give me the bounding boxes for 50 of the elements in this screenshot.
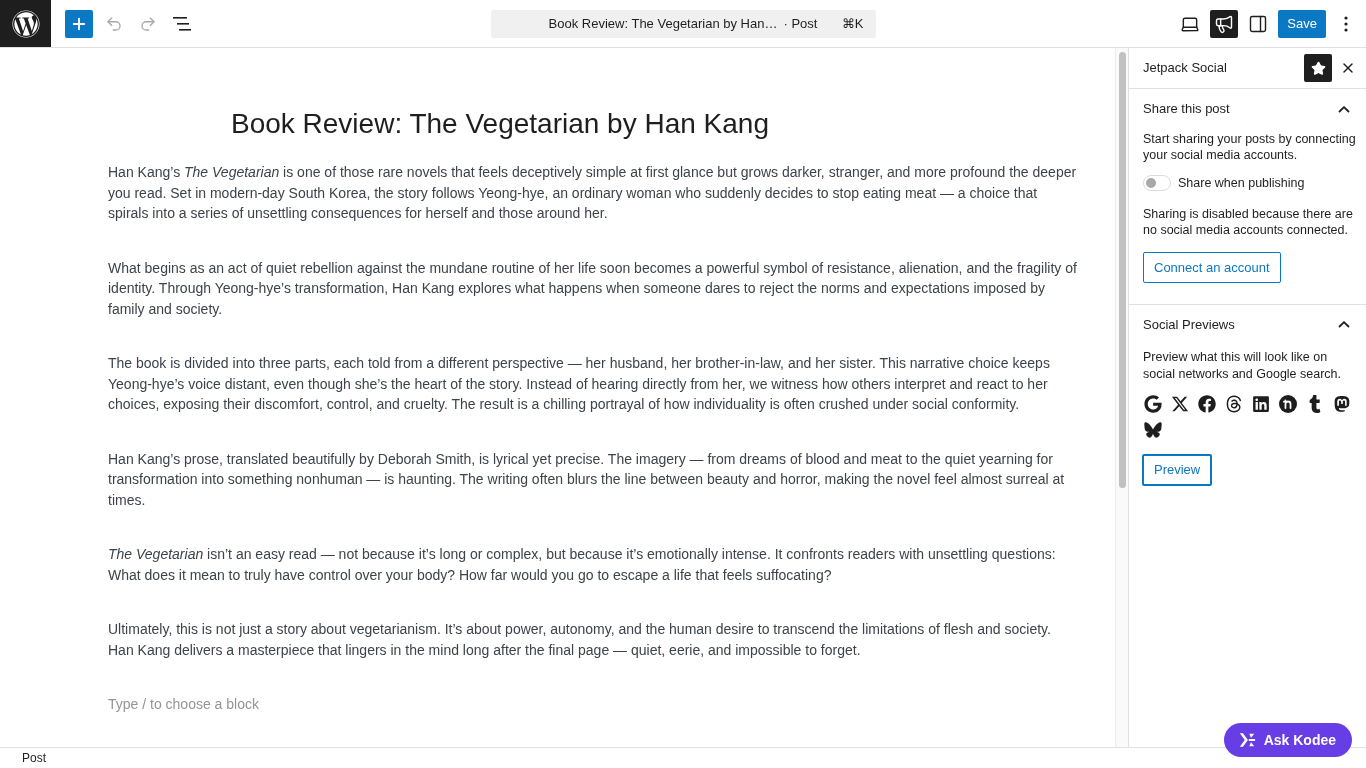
- intro-text: Start sharing your posts by connecting your social media accounts.: [1143, 131, 1356, 163]
- threads-icon: [1225, 394, 1243, 413]
- paragraph: The Vegetarian isn’t an easy read — not because it’s long or complex, but because it’s emotionally intense. It confronts readers with unsettling questions: What does it mean to truly have control over your body? How far would you go to escape a life that feels suffocating?: [108, 545, 1057, 585]
- mastodon-icon: [1333, 394, 1351, 413]
- chevron-up-icon: [1338, 321, 1350, 329]
- sidebar-panel-icon: [1248, 13, 1269, 34]
- list-view-icon: [173, 16, 191, 31]
- x-icon: [1171, 394, 1189, 413]
- n-circle-icon: [1279, 394, 1297, 413]
- add-block-button[interactable]: [65, 9, 93, 38]
- preview-button[interactable]: Preview: [1142, 453, 1213, 486]
- megaphone-button[interactable]: [1210, 9, 1239, 38]
- wordpress-logo-icon: [11, 9, 40, 38]
- paragraph: Ultimately, this is not just a story about vegetarianism. It’s about power, autonomy, and the human desire to transcend the limitations of flesh and society. Han Kang delivers a masterpiece that lingers in the mind long after the final page — quiet, eerie, and impossible to forget.: [108, 620, 1052, 660]
- redo-icon: [139, 14, 157, 33]
- notice-text: Sharing is disabled because there are no social media accounts connected.: [1143, 205, 1354, 238]
- star-icon: [1310, 60, 1326, 76]
- megaphone-icon: [1214, 13, 1235, 34]
- close-icon: [1340, 60, 1356, 76]
- more-options-icon: [1344, 15, 1348, 32]
- panel-header-button[interactable]: Share this post: [1129, 89, 1366, 129]
- paragraph: The book is divided into three parts, each told from a different perspective — her husband, her brother-in-law, and her sister. This narrative choice keeps Yeong-hye’s voice distant, even though she’s the heart of the story. Instead of hearing directly from her, we witness how others interpret and react to her choices, exposing their discomfort, control, and cruelty. The result is a chilling portrayal of how individuality is often crushed under social conformity.: [108, 354, 1051, 414]
- post-title-text: Book Review: The Vegetarian by Han…: [548, 14, 778, 33]
- toggle-label: Share when publishing: [1178, 175, 1305, 192]
- share-toggle[interactable]: [1143, 175, 1171, 192]
- google-icon: [1144, 394, 1162, 413]
- panel-header-button[interactable]: Social Previews: [1129, 304, 1366, 345]
- command-bar[interactable]: Book Review: The Vegetarian by Han… · Post ⌘K: [490, 9, 876, 38]
- shortcut-hint: ⌘K: [841, 14, 864, 33]
- burst-icon: [1237, 731, 1256, 749]
- save-button[interactable]: Save: [1278, 9, 1326, 38]
- paragraph: What begins as an act of quiet rebellion against the mundane routine of her life soon becomes a powerful symbol of resistance, alienation, and the fragility of identity. Through Yeong-hye’s transformation, Han Kang explores what happens when someone dares to reject the norms and expectations imposed by family and society.: [108, 258, 1078, 319]
- block-input-field[interactable]: Type / to choose a block: [108, 694, 708, 715]
- ask-kodee-button[interactable]: Ask Kodee: [1223, 723, 1352, 757]
- facebook-icon: [1198, 394, 1216, 413]
- site-logo-button[interactable]: [0, 0, 51, 47]
- scrollbar-thumb[interactable]: [1118, 52, 1126, 488]
- pin-button[interactable]: [1304, 54, 1332, 82]
- undo-icon: [105, 14, 123, 33]
- sidebar-title: Jetpack Social: [1143, 59, 1227, 78]
- post-title: Book Review: The Vegetarian by Han Kang: [230, 107, 769, 141]
- post-type-text: · Post: [783, 14, 818, 33]
- butterfly-icon: [1144, 421, 1162, 438]
- description-text: Preview what this will look like on social networks and Google search.: [1143, 348, 1343, 383]
- connect-account-button[interactable]: Connect an account: [1143, 251, 1281, 283]
- linkedin-icon: [1252, 394, 1270, 413]
- paragraph: Han Kang’s The Vegetarian is one of those rare novels that feels deceptively simple at first glance but grows darker, stranger, and more profound the deeper you read. Set in modern-day South Korea, the story follows Yeong-hye, an ordinary woman who suddenly decides to stop eating meat — a choice that spirals into a series of unsettling consequences for herself and those around her.: [108, 163, 1078, 223]
- breadcrumb-button[interactable]: Post: [22, 751, 46, 765]
- chevron-up-icon: [1338, 105, 1350, 113]
- paragraph: Han Kang’s prose, translated beautifully by Deborah Smith, is lyrical yet precise. The imagery — from dreams of blood and meat to the quiet yearning for transformation into something nonhuman — is haunting. The writing often blurs the line between beauty and horror, making the novel feel almost surreal at times.: [108, 449, 1066, 510]
